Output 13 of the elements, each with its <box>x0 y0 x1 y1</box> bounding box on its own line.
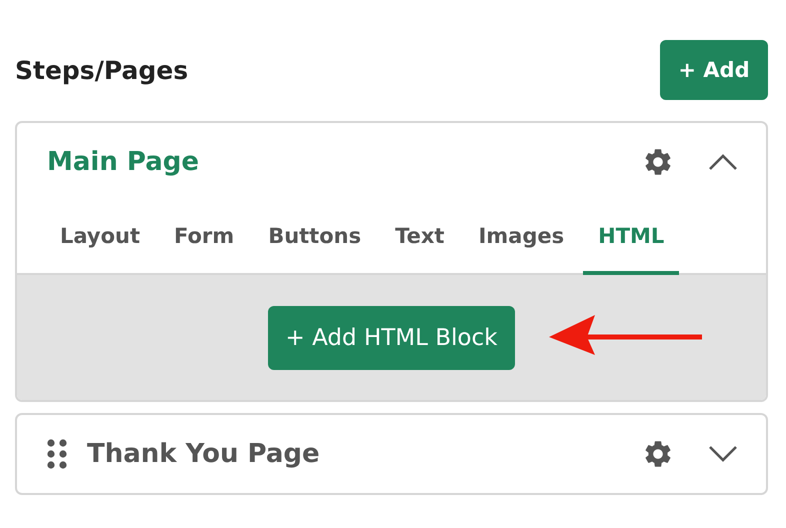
tab[interactable]: Images <box>463 201 580 275</box>
drag-handle-icon[interactable] <box>47 439 67 469</box>
tab[interactable]: Form <box>159 201 250 275</box>
tab[interactable]: Buttons <box>253 201 376 275</box>
section-heading: Steps/Pages <box>15 56 188 84</box>
add-block-button[interactable]: + Add HTML Block <box>268 306 516 370</box>
expand-icon[interactable] <box>708 445 738 463</box>
page-title[interactable]: Main Page <box>47 147 642 177</box>
tab[interactable]: Layout <box>45 201 156 275</box>
collapse-icon[interactable] <box>708 153 738 171</box>
tab[interactable]: Text <box>380 201 460 275</box>
add-button[interactable]: + Add <box>660 40 768 100</box>
page-title[interactable]: Thank You Page <box>87 439 642 469</box>
